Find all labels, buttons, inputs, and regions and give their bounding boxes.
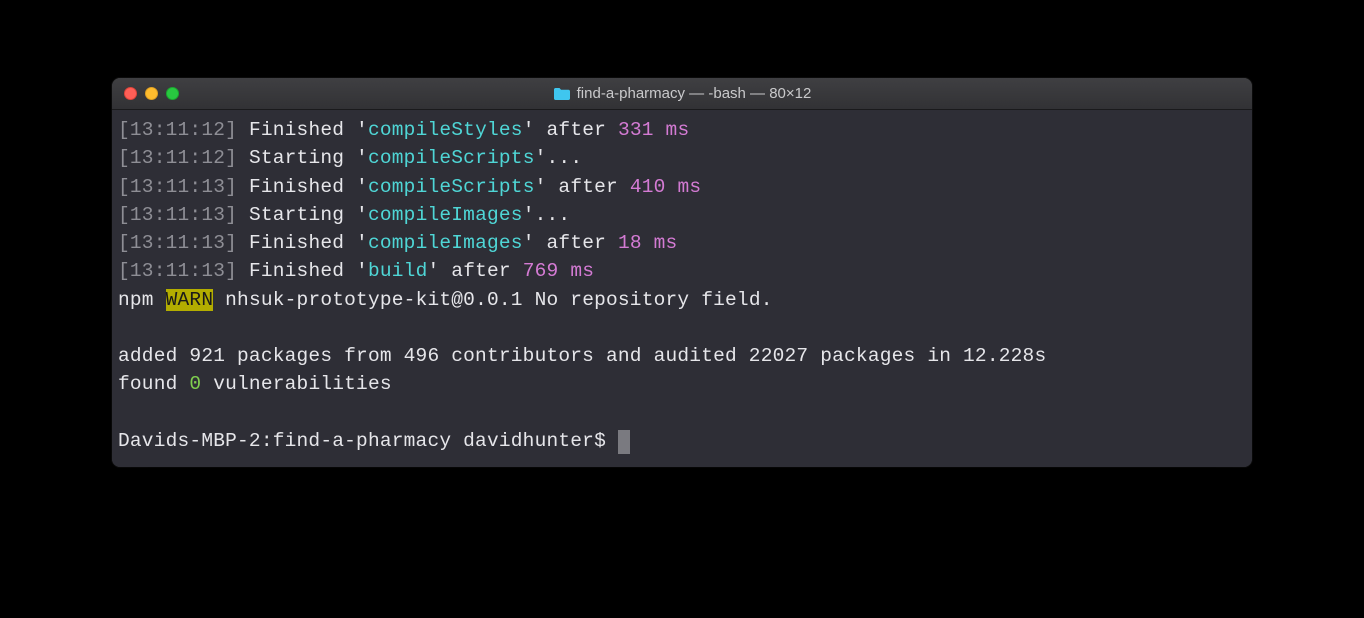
folder-icon	[553, 87, 571, 101]
close-button[interactable]	[124, 87, 137, 100]
blank-line	[118, 399, 1246, 427]
minimize-button[interactable]	[145, 87, 158, 100]
shell-prompt: Davids-MBP-2:find-a-pharmacy davidhunter…	[118, 430, 618, 452]
log-line: [13:11:12] Starting 'compileScripts'...	[118, 144, 1246, 172]
prompt-line: Davids-MBP-2:find-a-pharmacy davidhunter…	[118, 427, 1246, 455]
log-line: [13:11:13] Finished 'build' after 769 ms	[118, 257, 1246, 285]
window-controls	[124, 87, 179, 100]
log-line: [13:11:12] Finished 'compileStyles' afte…	[118, 116, 1246, 144]
added-packages-line: added 921 packages from 496 contributors…	[118, 342, 1246, 370]
terminal-output[interactable]: [13:11:12] Finished 'compileStyles' afte…	[112, 110, 1252, 467]
terminal-window: find-a-pharmacy — -bash — 80×12 [13:11:1…	[112, 78, 1252, 467]
cursor-icon	[618, 430, 630, 454]
window-title-text: find-a-pharmacy — -bash — 80×12	[577, 85, 812, 102]
maximize-button[interactable]	[166, 87, 179, 100]
window-title: find-a-pharmacy — -bash — 80×12	[124, 85, 1240, 102]
warn-badge: WARN	[166, 289, 214, 311]
log-line: [13:11:13] Finished 'compileScripts' aft…	[118, 173, 1246, 201]
vulnerabilities-line: found 0 vulnerabilities	[118, 370, 1246, 398]
log-line: [13:11:13] Finished 'compileImages' afte…	[118, 229, 1246, 257]
blank-line	[118, 314, 1246, 342]
npm-warn-line: npm WARN nhsuk-prototype-kit@0.0.1 No re…	[118, 286, 1246, 314]
log-line: [13:11:13] Starting 'compileImages'...	[118, 201, 1246, 229]
title-bar[interactable]: find-a-pharmacy — -bash — 80×12	[112, 78, 1252, 110]
